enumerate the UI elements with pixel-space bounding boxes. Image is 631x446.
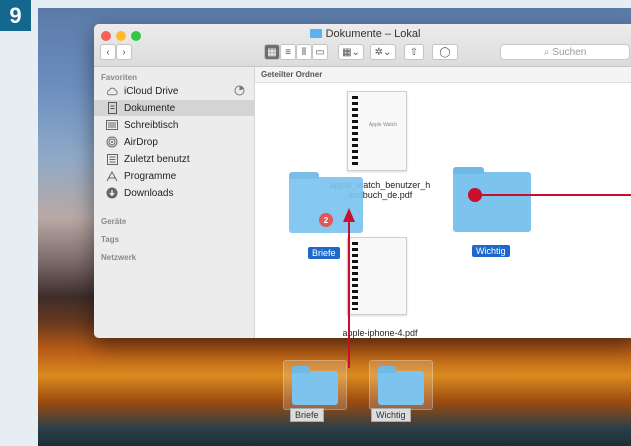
drag-arrow-head [343,208,355,222]
annotation-overlay [343,188,631,368]
